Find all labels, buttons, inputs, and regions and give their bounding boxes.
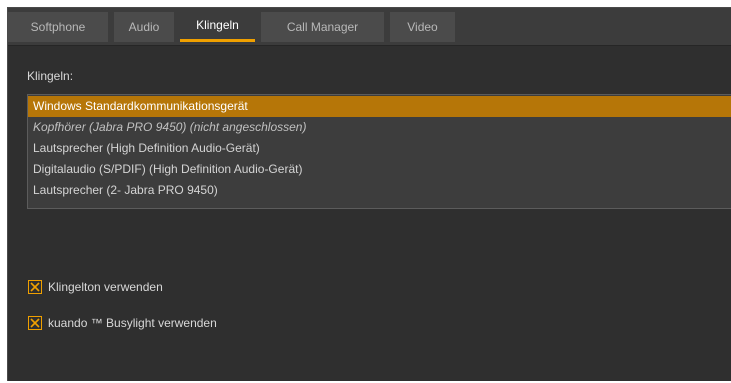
- ringtone-option[interactable]: Klingelton verwenden: [28, 279, 163, 295]
- device-item-hd-speakers[interactable]: Lautsprecher (High Definition Audio-Gerä…: [28, 138, 731, 159]
- device-item-windows-default[interactable]: Windows Standardkommunikationsgerät: [28, 96, 731, 117]
- tab-call-manager[interactable]: Call Manager: [261, 12, 384, 42]
- settings-window: Softphone Audio Klingeln Call Manager Vi…: [7, 7, 731, 381]
- device-item-jabra-speakers[interactable]: Lautsprecher (2- Jabra PRO 9450): [28, 180, 731, 201]
- device-item-jabra-headphones[interactable]: Kopfhörer (Jabra PRO 9450) (nicht angesc…: [28, 117, 731, 138]
- device-item-digital-audio[interactable]: Digitalaudio (S/PDIF) (High Definition A…: [28, 159, 731, 180]
- ringing-label: Klingeln:: [27, 69, 74, 83]
- tab-softphone[interactable]: Softphone: [8, 12, 108, 42]
- busylight-option[interactable]: kuando ™ Busylight verwenden: [28, 315, 217, 331]
- ringing-device-list[interactable]: Windows Standardkommunikationsgerät Kopf…: [27, 94, 731, 209]
- busylight-label: kuando ™ Busylight verwenden: [48, 316, 217, 330]
- check-x-icon: [30, 282, 40, 292]
- tab-klingeln[interactable]: Klingeln: [180, 12, 255, 42]
- busylight-checkbox[interactable]: [28, 316, 42, 330]
- ringtone-label: Klingelton verwenden: [48, 280, 163, 294]
- tab-video[interactable]: Video: [390, 12, 455, 42]
- ringtone-checkbox[interactable]: [28, 280, 42, 294]
- check-x-icon: [30, 318, 40, 328]
- tab-audio[interactable]: Audio: [114, 12, 174, 42]
- tab-bar: Softphone Audio Klingeln Call Manager Vi…: [8, 8, 731, 46]
